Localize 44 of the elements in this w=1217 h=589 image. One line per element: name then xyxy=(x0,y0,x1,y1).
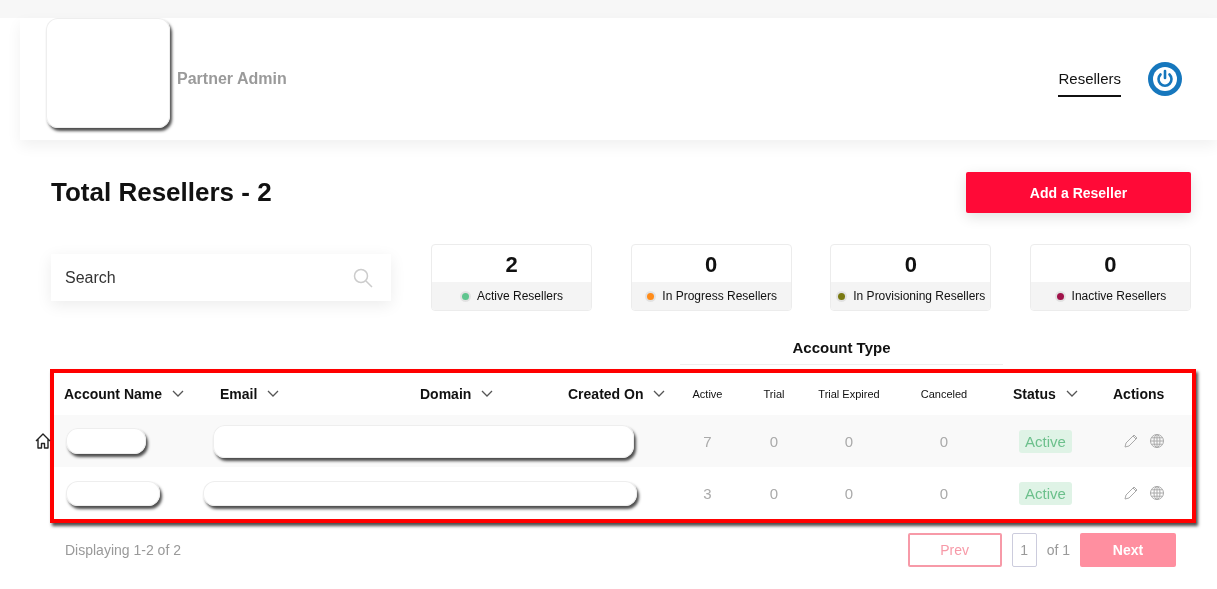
column-header[interactable]: Account Name xyxy=(64,383,185,405)
results-summary: Displaying 1-2 of 2 xyxy=(65,542,182,558)
search-field[interactable]: Search xyxy=(51,254,391,301)
chevron-down-icon[interactable] xyxy=(481,390,494,398)
search-icon xyxy=(353,268,373,288)
status-badge: Active xyxy=(1019,481,1072,505)
column-header: Canceled xyxy=(920,386,968,402)
column-header[interactable]: Created On xyxy=(568,383,666,405)
column-header[interactable]: Domain xyxy=(420,383,494,405)
stat-label: Active Resellers xyxy=(477,289,563,303)
chevron-down-icon[interactable] xyxy=(267,390,280,398)
table-cell-text: 7 xyxy=(702,432,713,450)
table-cell-text: 0 xyxy=(768,432,780,450)
chevron-down-icon[interactable] xyxy=(1065,390,1078,398)
status-badge: Active xyxy=(1019,429,1072,453)
stat-label: In Progress Resellers xyxy=(662,289,777,303)
stat-value: 0 xyxy=(704,251,719,279)
stat-label: In Provisioning Resellers xyxy=(853,289,986,303)
column-header[interactable]: Status xyxy=(1013,383,1078,405)
column-header: Trial xyxy=(763,386,785,402)
stat-value: 2 xyxy=(504,251,519,279)
table-cell-text: 0 xyxy=(768,484,780,502)
stat-value: 0 xyxy=(1103,251,1118,279)
table-cell-text: 0 xyxy=(843,432,855,450)
column-header: Trial Expired xyxy=(818,386,880,402)
stat-value: 0 xyxy=(903,251,918,279)
home-icon[interactable] xyxy=(34,432,52,450)
stat-label: Inactive Resellers xyxy=(1071,289,1167,303)
chevron-down-icon[interactable] xyxy=(172,390,185,398)
table-cell-text: 0 xyxy=(843,484,855,502)
group-heading: Account Type xyxy=(680,333,1003,365)
power-icon[interactable] xyxy=(1147,61,1183,97)
column-header: Active xyxy=(692,386,723,402)
add-reseller-button[interactable]: Add a Reseller xyxy=(966,172,1191,213)
page-count: of 1 xyxy=(1046,542,1070,558)
column-header[interactable]: Email xyxy=(220,383,280,405)
chevron-down-icon[interactable] xyxy=(653,390,666,398)
page-title: Total Resellers - 2 xyxy=(51,177,272,208)
table-cell-text: 0 xyxy=(938,432,950,450)
column-header: Actions xyxy=(1113,384,1165,404)
table-cell-text: 0 xyxy=(938,484,950,502)
table-cell-text: 3 xyxy=(702,484,713,502)
nav-link[interactable]: Resellers xyxy=(1058,69,1121,97)
brand-name: Partner Admin xyxy=(177,70,287,88)
